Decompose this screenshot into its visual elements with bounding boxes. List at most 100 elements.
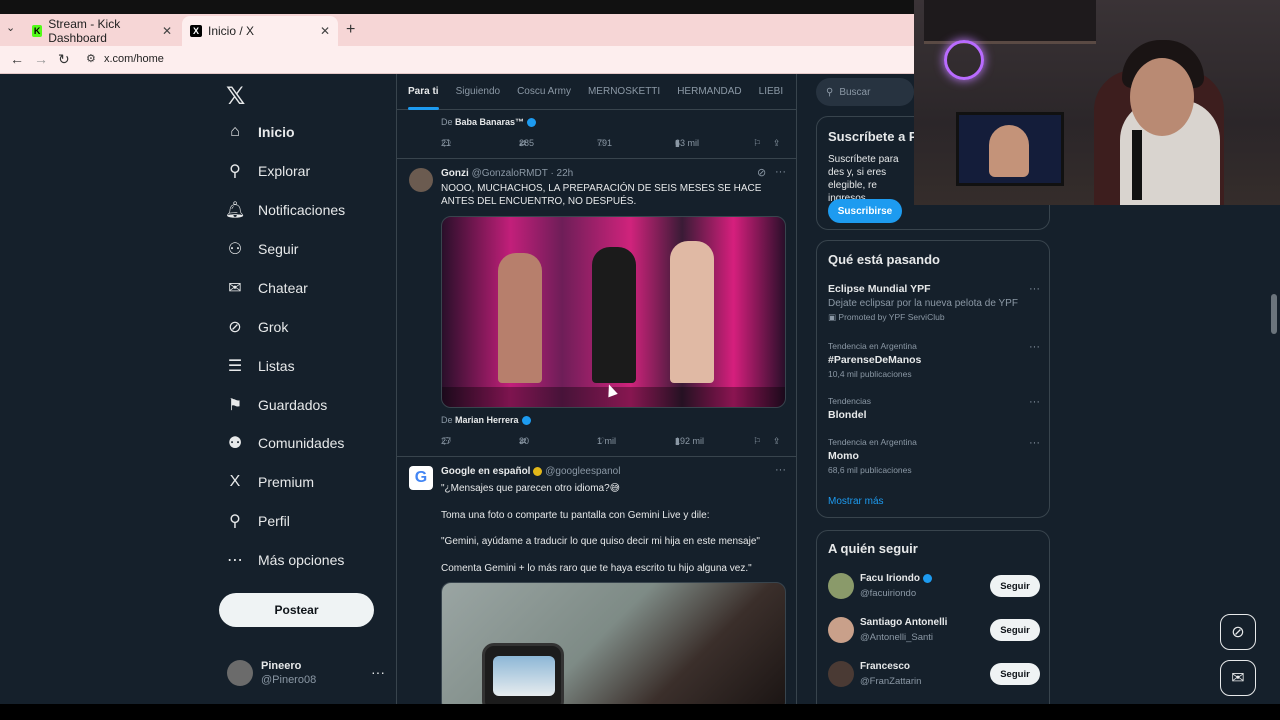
follow-suggestion[interactable]: Francesco @FranZattarin Seguir [828, 659, 1040, 693]
avatar[interactable] [409, 168, 433, 192]
grok-icon[interactable]: ⊘ [757, 166, 766, 179]
follow-button[interactable]: Seguir [990, 619, 1040, 641]
more-dots-icon[interactable]: ··· [1029, 341, 1040, 353]
show-more-link[interactable]: Mostrar más [828, 496, 884, 507]
credit-prefix: De [441, 415, 453, 425]
trend-count: 10,4 mil publicaciones [828, 369, 912, 379]
trend-promo: ▣ Promoted by YPF ServiClub [828, 312, 1040, 323]
tweet-video[interactable] [441, 216, 786, 408]
avatar [227, 660, 253, 686]
sidebar-item-premium[interactable]: X Premium [226, 467, 314, 497]
people-icon: ⚉ [227, 435, 243, 452]
close-tab-icon[interactable]: ✕ [320, 24, 330, 38]
follow-suggestion[interactable]: Santiago Antonelli @Antonelli_Santi Segu… [828, 615, 1040, 649]
sidebar-item-comunidades[interactable]: ⚉ Comunidades [226, 428, 345, 458]
tweet-text-line: "¿Mensajes que parecen otro idioma?😅 [441, 483, 621, 494]
tweet-image[interactable] [441, 582, 786, 704]
tab-coscu-army[interactable]: Coscu Army [517, 74, 571, 110]
url-text[interactable]: x.com/home [104, 53, 164, 65]
tab-liebi[interactable]: LIEBI [759, 74, 783, 110]
sidebar-item-chatear[interactable]: ✉ Chatear [226, 273, 308, 303]
views-count: 63 mil [675, 138, 700, 148]
tab-title: Inicio / X [208, 24, 255, 38]
more-dots-icon[interactable]: ··· [1029, 396, 1040, 408]
share-icon[interactable]: ⇪ [773, 138, 781, 149]
sidebar-item-explorar[interactable]: ⚲ Explorar [226, 156, 310, 186]
tab-hermandad[interactable]: HERMANDAD [677, 74, 741, 110]
post-button[interactable]: Postear [219, 593, 374, 627]
x-logo-icon[interactable]: 𝕏 [226, 82, 245, 111]
search-input[interactable] [839, 86, 910, 98]
media-credit: De Marian Herrera [441, 415, 531, 426]
grok-icon: ⊘ [228, 319, 242, 336]
credit-name[interactable]: Baba Banaras™ [455, 117, 524, 127]
grok-floating-button[interactable]: ⊘ [1220, 614, 1256, 650]
back-arrow-icon[interactable]: ← [10, 51, 24, 67]
video-figure [670, 241, 714, 383]
sidebar-item-listas[interactable]: ☰ Listas [226, 351, 295, 381]
google-logo-icon[interactable]: G [409, 466, 433, 490]
tab-mernosketti[interactable]: MERNOSKETTI [588, 74, 660, 110]
sidebar-item-mas-opciones[interactable]: ⋯ Más opciones [226, 545, 344, 575]
trend-item[interactable]: Tendencias Blondel ··· [828, 396, 1040, 421]
follow-button[interactable]: Seguir [990, 575, 1040, 597]
tweet-text: NOOO, MUCHACHOS, LA PREPARACIÓN DE SEIS … [441, 183, 762, 207]
trends-title: Qué está pasando [828, 252, 940, 267]
trend-context: Tendencia en Argentina [828, 437, 917, 447]
sidebar-item-seguir[interactable]: ⚇ Seguir [226, 234, 299, 264]
sidebar-item-grok[interactable]: ⊘ Grok [226, 312, 288, 342]
trend-count: 68,6 mil publicaciones [828, 465, 912, 475]
reload-icon[interactable]: ↻ [58, 51, 70, 68]
account-switcher[interactable]: Pineero @Pinero08 ··· [227, 660, 385, 686]
site-info-icon[interactable]: ⚙ [86, 52, 96, 65]
close-tab-icon[interactable]: ✕ [162, 24, 172, 38]
messages-floating-button[interactable]: ✉ [1220, 660, 1256, 696]
subscribe-button[interactable]: Suscribirse [828, 199, 902, 223]
sidebar-item-inicio[interactable]: ⌂ Inicio [226, 117, 294, 147]
tab-siguiendo[interactable]: Siguiendo [456, 74, 500, 110]
sidebar-item-guardados[interactable]: ⚑ Guardados [226, 390, 327, 420]
microphone [1132, 130, 1142, 200]
tweet-author-handle[interactable]: @GonzaloRMDT · 22h [472, 168, 574, 179]
share-icon[interactable]: ⇪ [773, 436, 781, 447]
new-tab-icon[interactable]: + [346, 21, 355, 39]
page-scrollbar[interactable] [1271, 294, 1277, 334]
trend-name: Eclipse Mundial YPF [828, 283, 931, 295]
tab-list-chevron-icon[interactable]: ⌄ [6, 21, 15, 34]
who-to-follow-title: A quién seguir [828, 541, 918, 556]
more-dots-icon[interactable]: ··· [1029, 437, 1040, 449]
follow-handle: @Antonelli_Santi [860, 632, 934, 643]
tab-para-ti[interactable]: Para ti [408, 74, 439, 110]
tweet-divider [397, 456, 796, 457]
trend-item[interactable]: Tendencia en Argentina #ParenseDeManos 1… [828, 341, 1040, 379]
trend-item[interactable]: Eclipse Mundial YPF Dejate eclipsar por … [828, 283, 1040, 323]
streamer-head [1130, 58, 1194, 136]
follow-suggestion[interactable]: Facu Iriondo @facuiriondo Seguir [828, 571, 1040, 605]
verified-badge-icon [527, 118, 537, 128]
more-dots-icon[interactable]: ··· [1029, 283, 1040, 295]
search-box[interactable]: ⚲ [816, 78, 914, 106]
tweet-author-name[interactable]: Google en español [441, 466, 530, 477]
tweet-actions: 💬︎ 21 ⇄ 285 ♡ 791 ▮ 63 mil ⚐ ⇪ [441, 138, 786, 152]
mail-icon: ✉ [228, 280, 242, 297]
browser-tab-x[interactable]: X Inicio / X ✕ [182, 16, 338, 46]
webcam-monitor [956, 112, 1064, 186]
tweet-header: Gonzi @GonzaloRMDT · 22h [441, 168, 573, 179]
sidebar-item-label: Guardados [258, 397, 328, 413]
sidebar-item-perfil[interactable]: ⚲ Perfil [226, 506, 290, 536]
follow-button[interactable]: Seguir [990, 663, 1040, 685]
bookmark-icon[interactable]: ⚐ [753, 436, 761, 447]
tweet-author-handle[interactable]: @googleespanol [545, 466, 620, 477]
browser-tab-kick[interactable]: K Stream - Kick Dashboard ✕ [24, 16, 180, 46]
trend-item[interactable]: Tendencia en Argentina Momo 68,6 mil pub… [828, 437, 1040, 475]
bookmark-icon[interactable]: ⚐ [753, 138, 761, 149]
forward-arrow-icon[interactable]: → [34, 51, 48, 67]
credit-name[interactable]: Marian Herrera [455, 415, 519, 425]
more-dots-icon[interactable]: ··· [775, 166, 786, 178]
verified-badge-icon [521, 416, 531, 426]
tweet-author-name[interactable]: Gonzi [441, 168, 469, 179]
more-dots-icon[interactable]: ··· [775, 464, 786, 476]
sidebar-item-notificaciones[interactable]: 🔔︎ Notificaciones [225, 195, 345, 225]
more-dots-icon[interactable]: ··· [371, 664, 385, 680]
promo-text: Promoted by YPF ServiClub [838, 312, 945, 322]
